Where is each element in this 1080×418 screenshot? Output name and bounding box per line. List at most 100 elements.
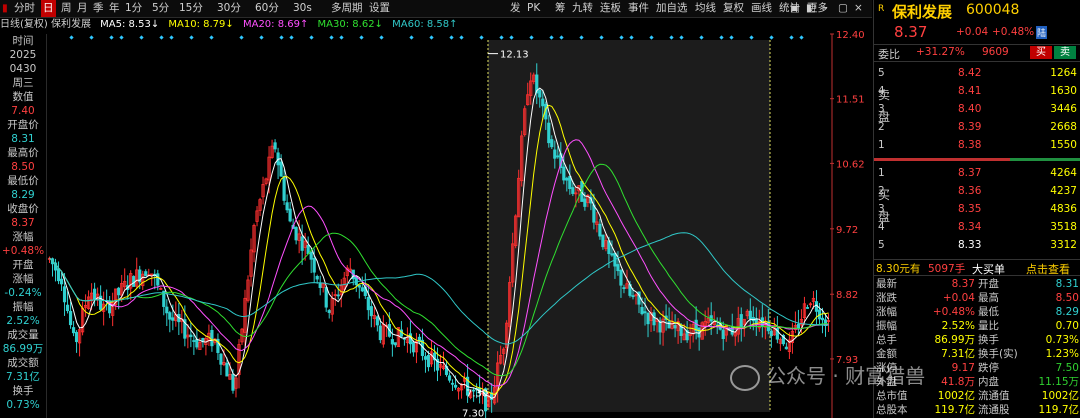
signal-marker	[669, 35, 674, 40]
data-panel-row-8: 最高价	[7, 147, 39, 159]
price: 8.39	[958, 121, 982, 133]
bid-row[interactable]: 3 8.35 4836	[874, 202, 1080, 216]
sell-button[interactable]: 卖	[1054, 46, 1076, 59]
market-badge: R	[878, 4, 885, 14]
signal-marker	[769, 35, 774, 40]
data-panel-row-26: 0.73%	[6, 399, 40, 411]
price: 8.40	[958, 103, 982, 115]
low-annotation-2: 7.30	[462, 409, 484, 418]
bid-row[interactable]: 2 8.36 4237	[874, 184, 1080, 198]
candle	[646, 312, 650, 325]
data-panel-row-9: 8.50	[11, 161, 35, 173]
bid-row[interactable]: 1 8.37 4264	[874, 166, 1080, 180]
price: 8.41	[958, 85, 982, 97]
price: 8.42	[958, 67, 982, 79]
stat-value: 2.52%	[941, 320, 975, 332]
signal-marker	[619, 35, 624, 40]
candle	[673, 325, 677, 329]
big-order-link[interactable]: 点击查看	[1026, 261, 1070, 277]
candle	[769, 330, 773, 337]
stat-label: 换手	[978, 334, 999, 346]
candle	[739, 314, 743, 329]
data-panel-row-4: 数值	[12, 91, 34, 103]
data-panel-row-13: 8.37	[11, 217, 35, 229]
candle	[652, 312, 656, 326]
candlestick-chart[interactable]: 12.4011.5110.629.728.827.9312.137.307.30	[0, 0, 872, 418]
candle	[165, 306, 169, 314]
bid-row[interactable]: 4 8.34 3518	[874, 220, 1080, 234]
signal-marker	[69, 35, 74, 40]
big-order-type: 大买单	[972, 263, 1005, 276]
candle	[59, 278, 64, 285]
price: 8.33	[958, 239, 982, 251]
candle	[423, 356, 428, 360]
volume: 1550	[1050, 139, 1077, 151]
stat-value: 0.70	[1055, 320, 1079, 332]
level: 5	[878, 67, 885, 79]
stat-value: 1002亿	[937, 390, 975, 402]
stat-label: 涨跌	[876, 292, 897, 304]
ask-row[interactable]: 4 8.41 1630	[874, 84, 1080, 98]
stats-row: 涨幅 +0.48% 最低 8.29	[874, 305, 1080, 319]
candle	[390, 339, 394, 345]
candle	[366, 296, 370, 311]
price: 8.35	[958, 203, 982, 215]
stat-label: 最高	[978, 292, 999, 304]
price: 8.38	[958, 139, 982, 151]
stat-value: 86.99万	[934, 334, 975, 346]
signal-marker	[159, 35, 164, 40]
candle	[357, 284, 361, 288]
signal-marker	[509, 35, 514, 40]
ask-row[interactable]: 3 8.40 3446	[874, 102, 1080, 116]
signal-marker	[89, 35, 94, 40]
data-panel-row-0: 时间	[12, 35, 34, 47]
wechat-icon	[730, 364, 760, 391]
signal-marker	[789, 35, 794, 40]
ask-row[interactable]: 1 8.38 1550	[874, 138, 1080, 152]
candle	[667, 321, 671, 329]
candle	[568, 176, 572, 190]
signal-marker	[499, 35, 504, 40]
candle	[447, 375, 452, 381]
candle	[279, 161, 283, 177]
candle	[610, 253, 614, 256]
stat-label: 流通值	[978, 390, 1010, 402]
signal-marker	[139, 35, 144, 40]
candle	[547, 122, 551, 144]
signal-marker	[259, 35, 264, 40]
candle	[619, 270, 623, 286]
candle	[324, 287, 328, 308]
stat-label: 开盘	[978, 278, 999, 290]
stat-label: 总市值	[876, 390, 908, 402]
candle	[219, 353, 223, 365]
candle	[375, 316, 379, 326]
data-panel-row-2: 0430	[9, 63, 37, 75]
signal-marker	[279, 35, 284, 40]
ask-row[interactable]: 2 8.39 2668	[874, 120, 1080, 134]
data-panel-row-23: 成交额	[7, 357, 39, 369]
stat-value: 9.17	[951, 362, 975, 374]
candle	[312, 258, 316, 273]
candle	[805, 307, 810, 309]
signal-marker	[799, 35, 804, 40]
webi-label: 委比	[878, 48, 900, 61]
signal-marker	[379, 35, 384, 40]
signal-marker	[189, 35, 194, 40]
y-tick-label: 11.51	[836, 95, 865, 106]
candle	[68, 310, 73, 326]
buy-button[interactable]: 买	[1030, 46, 1052, 59]
stats-row: 振幅 2.52% 量比 0.70	[874, 319, 1080, 333]
ask-book: 卖盘 5 8.42 1264 4 8.41 1630 3 8.40 3446 2 8.39 2668 1 8…	[874, 66, 1080, 158]
signal-marker	[339, 35, 344, 40]
candle	[393, 342, 397, 346]
stat-label: 最新	[876, 278, 897, 290]
price-change-pct: +0.48%	[992, 26, 1035, 38]
price: 8.34	[958, 221, 982, 233]
ask-row[interactable]: 5 8.42 1264	[874, 66, 1080, 80]
signal-marker	[749, 35, 754, 40]
candle	[285, 202, 289, 211]
bid-row[interactable]: 5 8.33 3312	[874, 238, 1080, 252]
volume: 4237	[1050, 185, 1077, 197]
candle	[336, 294, 340, 297]
candle	[189, 334, 193, 338]
